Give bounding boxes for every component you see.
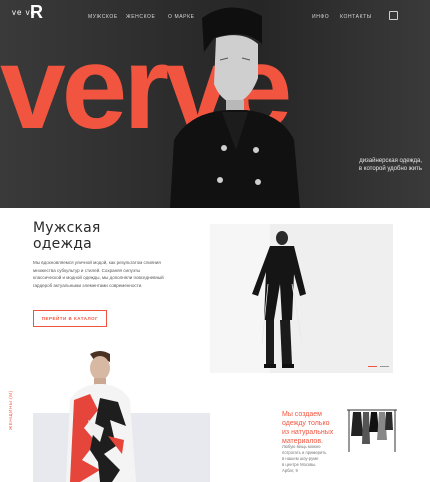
bag-icon[interactable] bbox=[389, 11, 398, 20]
arrow-left-icon[interactable] bbox=[368, 366, 377, 369]
clothing-rack-image bbox=[343, 402, 401, 454]
tagline-line-2: в которой удобно жить bbox=[358, 166, 422, 172]
men-photo bbox=[210, 224, 393, 373]
nav-item-info[interactable]: ИНФО bbox=[312, 14, 329, 20]
logo-r: R bbox=[30, 2, 43, 22]
nav-item-about[interactable]: О МАРКЕ bbox=[168, 14, 195, 20]
men-title-line-2: одежда bbox=[33, 236, 92, 252]
women-model-image bbox=[66, 351, 136, 482]
hero-tagline: дизайнерская одежда, в которой удобно жи… bbox=[292, 157, 422, 173]
nav-item-men[interactable]: МУЖСКОЕ bbox=[88, 14, 118, 20]
arrow-right-icon[interactable] bbox=[380, 366, 389, 369]
hero-section: verve ve ve R МУЖСКОЕ ЖЕНСКОЕ О МАРКЕ ИН… bbox=[0, 0, 430, 208]
men-title-line-1: Мужская bbox=[33, 220, 101, 236]
showroom-text: Любую вещь можно потрогать и примерить в… bbox=[282, 444, 344, 474]
tagline-line-1: дизайнерская одежда, bbox=[359, 158, 422, 164]
men-intro-text: Мы вдохновляемся уличной модой, как резу… bbox=[33, 260, 164, 288]
nav-item-women[interactable]: ЖЕНСКОЕ bbox=[126, 14, 155, 20]
nav-item-contacts[interactable]: КОНТАКТЫ bbox=[340, 14, 372, 20]
women-vertical-label: ЖЕНЩИНЫ (М) bbox=[8, 390, 13, 430]
brand-logo[interactable]: ve ve R bbox=[12, 3, 43, 21]
men-section-title: Мужская одежда bbox=[33, 220, 101, 252]
showroom-line-5: Арбат, 9 bbox=[282, 468, 298, 473]
men-model-image bbox=[210, 224, 393, 373]
top-nav: ve ve R МУЖСКОЕ ЖЕНСКОЕ О МАРКЕ ИНФО КОН… bbox=[0, 0, 430, 34]
catalog-button[interactable]: ПЕРЕЙТИ В КАТАЛОГ bbox=[33, 310, 107, 327]
